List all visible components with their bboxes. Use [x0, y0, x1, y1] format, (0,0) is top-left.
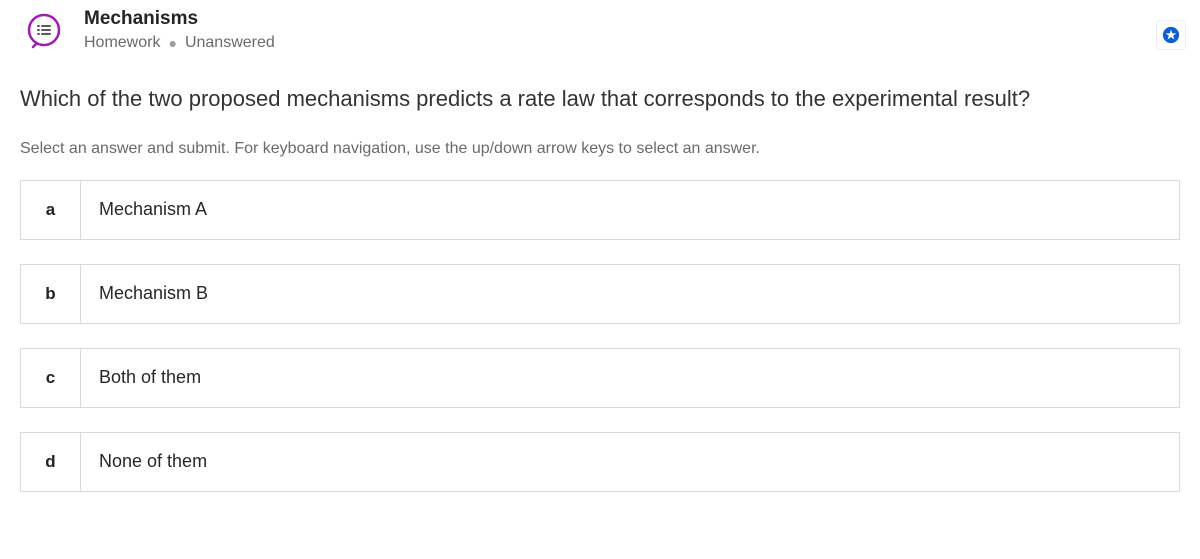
question-title: Mechanisms: [84, 8, 275, 31]
question-text: Which of the two proposed mechanisms pre…: [0, 60, 1200, 114]
meta-status: Unanswered: [185, 34, 275, 52]
option-letter: c: [21, 349, 81, 407]
meta-category: Homework: [84, 34, 160, 52]
options-list: a Mechanism A b Mechanism B c Both of th…: [0, 158, 1200, 492]
star-icon: [1162, 26, 1180, 44]
meta-separator-dot: ●: [168, 36, 176, 50]
question-header: Mechanisms Homework ● Unanswered: [0, 0, 1200, 60]
option-c[interactable]: c Both of them: [20, 348, 1180, 408]
option-text: Mechanism B: [81, 283, 208, 304]
option-b[interactable]: b Mechanism B: [20, 264, 1180, 324]
option-letter: a: [21, 181, 81, 239]
option-letter: b: [21, 265, 81, 323]
title-block: Mechanisms Homework ● Unanswered: [84, 8, 275, 52]
option-text: None of them: [81, 451, 207, 472]
instruction-text: Select an answer and submit. For keyboar…: [0, 114, 1200, 158]
question-meta: Homework ● Unanswered: [84, 34, 275, 52]
favorite-button[interactable]: [1156, 20, 1186, 50]
option-text: Mechanism A: [81, 199, 207, 220]
multiple-choice-icon: [22, 8, 66, 52]
option-text: Both of them: [81, 367, 201, 388]
option-a[interactable]: a Mechanism A: [20, 180, 1180, 240]
option-letter: d: [21, 433, 81, 491]
option-d[interactable]: d None of them: [20, 432, 1180, 492]
